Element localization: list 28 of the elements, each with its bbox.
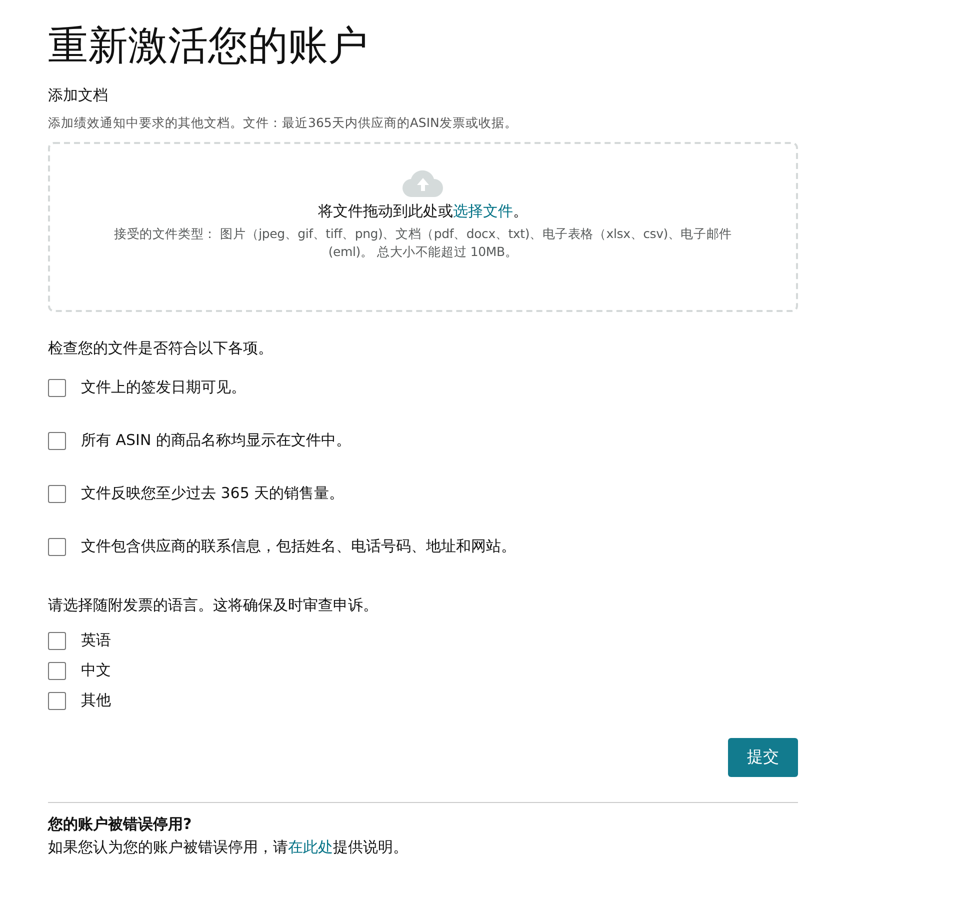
file-dropzone[interactable]: 将文件拖动到此处或选择文件。 接受的文件类型： 图片（jpeg、gif、tiff、png)、文档（pdf、docx、txt)、电子表格（xlsx、csv)、电子邮件 (eml)。 总大小不能超过 10MB。: [48, 142, 798, 312]
here-link[interactable]: 在此处: [288, 838, 333, 856]
checkbox-label: 所有 ASIN 的商品名称均显示在文件中。: [81, 431, 351, 450]
section-heading: 请选择随附发票的语言。这将确保及时审查申诉。: [48, 596, 379, 615]
checkbox-label: 文件包含供应商的联系信息，包括姓名、电话号码、地址和网站。: [81, 537, 516, 556]
drop-prompt: 将文件拖动到此处或选择文件。: [318, 202, 528, 221]
page-title: 重新激活您的账户: [48, 22, 369, 71]
section-heading: 检查您的文件是否符合以下各项。: [48, 339, 274, 358]
checkbox[interactable]: [48, 378, 66, 396]
checkbox-label: 文件上的签发日期可见。: [81, 378, 246, 397]
checkbox[interactable]: [48, 538, 66, 556]
checkbox[interactable]: [48, 632, 66, 650]
submit-button[interactable]: 提交: [728, 738, 798, 777]
checkbox[interactable]: [48, 692, 66, 710]
checkbox-label: 其他: [81, 691, 111, 710]
footer-question: 您的账户被错误停用?: [48, 815, 193, 834]
checkbox[interactable]: [48, 432, 66, 450]
checkbox-label: 中文: [81, 661, 111, 680]
footer-text: 如果您认为您的账户被错误停用，请在此处提供说明。: [48, 838, 409, 857]
checkbox[interactable]: [48, 662, 66, 680]
checkbox-label: 英语: [81, 631, 111, 650]
hint-text: 添加绩效通知中要求的其他文档。文件：最近365天内供应商的ASIN发票或收据。: [48, 115, 518, 132]
cloud-upload-icon: [402, 170, 444, 198]
choose-file-link[interactable]: 选择文件: [453, 202, 513, 220]
accepted-types-text: 接受的文件类型： 图片（jpeg、gif、tiff、png)、文档（pdf、docx、txt)、电子表格（xlsx、csv)、电子邮件 (eml)。 总大小不能超过 10MB。: [113, 225, 733, 260]
checkbox[interactable]: [48, 484, 66, 502]
checkbox-label: 文件反映您至少过去 365 天的销售量。: [81, 484, 344, 503]
section-heading: 添加文档: [48, 86, 109, 105]
